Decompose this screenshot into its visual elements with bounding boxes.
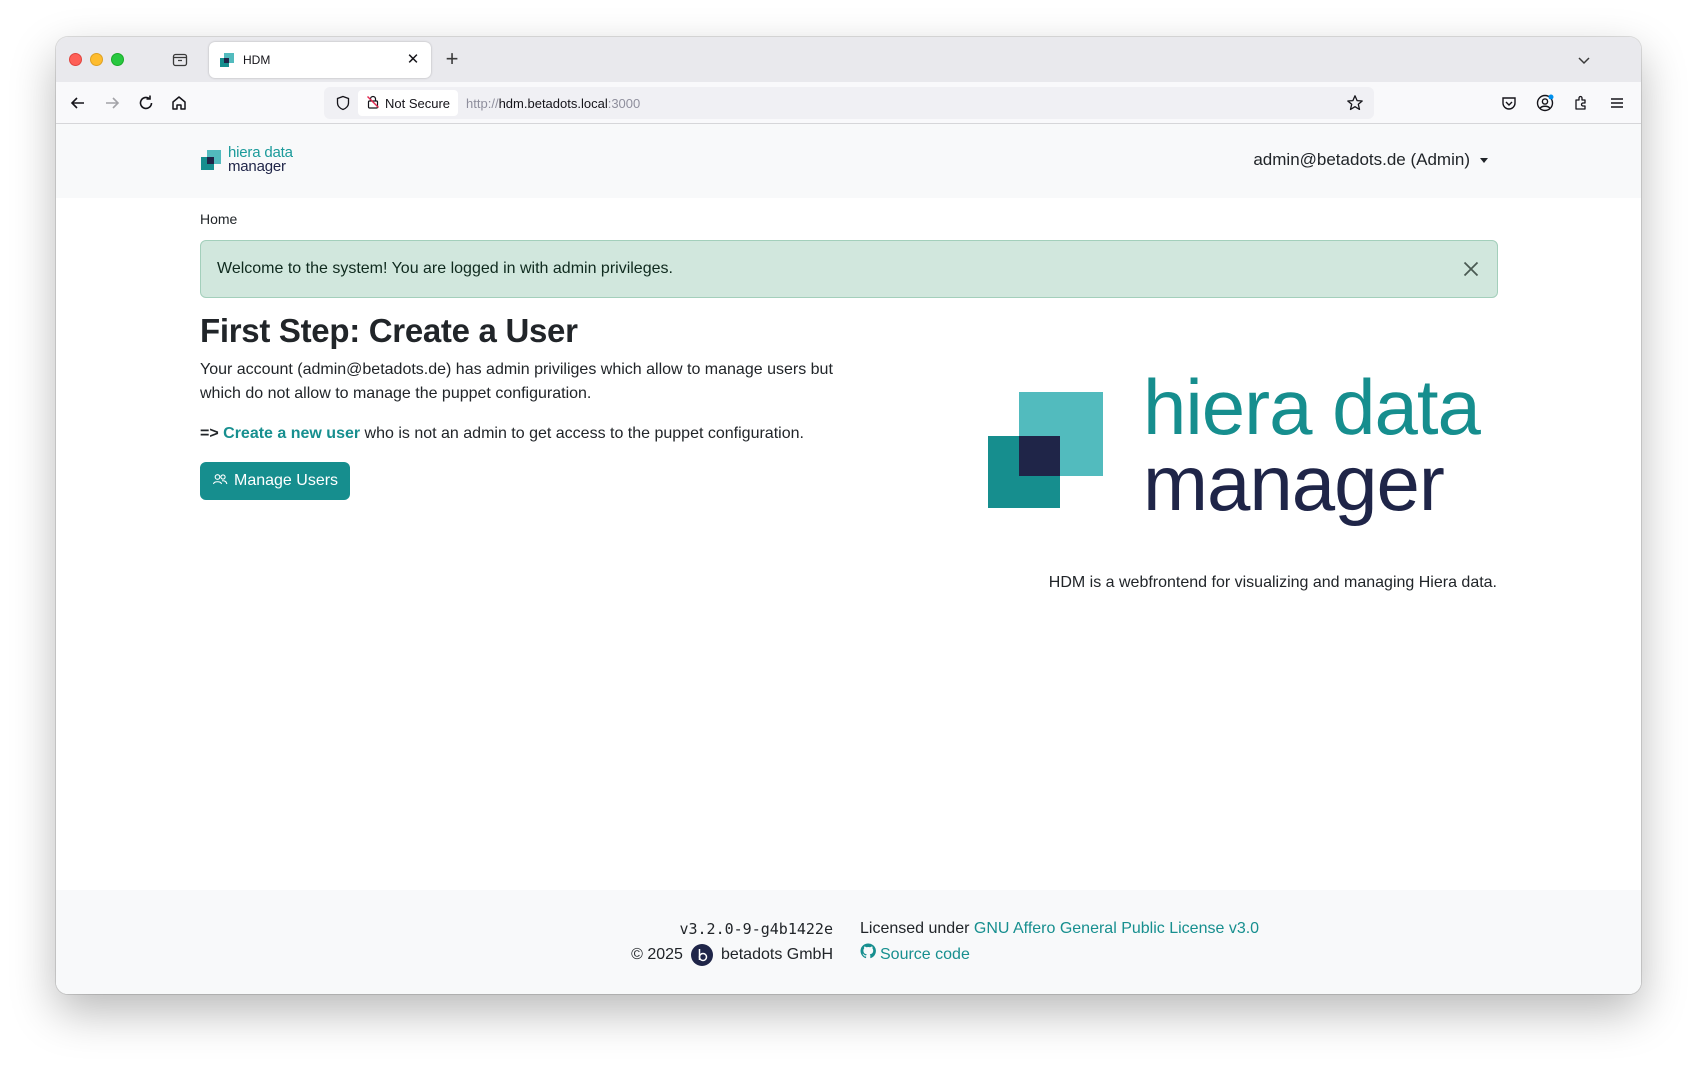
broken-lock-icon	[366, 95, 380, 112]
license-link[interactable]: GNU Affero General Public License v3.0	[974, 920, 1259, 937]
url-bar[interactable]: Not Secure http://hdm.betadots.local:300…	[324, 87, 1374, 119]
github-icon	[860, 942, 876, 968]
copyright-line: © 2025 betadots GmbH	[631, 942, 833, 968]
manage-users-label: Manage Users	[234, 472, 339, 489]
company-name: betadots GmbH	[720, 946, 833, 963]
version-label: v3.2.0-9-g4b1422e	[679, 920, 833, 938]
users-icon	[212, 471, 228, 492]
navigation-toolbar: Not Secure http://hdm.betadots.local:300…	[56, 82, 1641, 124]
url-port: :3000	[607, 95, 641, 111]
not-secure-label: Not Secure	[385, 95, 451, 111]
close-icon[interactable]	[1461, 259, 1481, 279]
minimize-window-button[interactable]	[90, 53, 103, 66]
welcome-alert: Welcome to the system! You are logged in…	[200, 240, 1498, 298]
window-controls	[69, 53, 124, 66]
tab-close-icon[interactable]: ✕	[405, 52, 421, 68]
account-description: Your account (admin@betadots.de) has adm…	[200, 361, 833, 402]
not-secure-indicator[interactable]: Not Secure	[358, 90, 459, 116]
url-host: hdm.betadots.local	[498, 95, 608, 111]
license-line: Licensed under GNU Affero General Public…	[860, 916, 1259, 942]
toolbar-right	[1499, 93, 1627, 113]
footer-right: Licensed under GNU Affero General Public…	[860, 916, 1259, 968]
app-header: hiera data manager admin@betadots.de (Ad…	[56, 124, 1641, 198]
tab-overview-icon[interactable]	[170, 50, 190, 70]
user-label: admin@betadots.de (Admin)	[1253, 150, 1470, 169]
main-content: First Step: Create a User Your account (…	[200, 312, 850, 500]
hdm-favicon-icon	[219, 52, 235, 68]
tagline: HDM is a webfrontend for visualizing and…	[1048, 574, 1497, 591]
source-code-link[interactable]: Source code	[860, 942, 1259, 968]
url-prefix: http://	[466, 95, 499, 111]
breadcrumb: Home	[200, 211, 1498, 227]
shield-icon[interactable]	[328, 87, 358, 119]
pocket-icon[interactable]	[1499, 93, 1519, 113]
source-code-label[interactable]: Source code	[880, 942, 970, 968]
url-text[interactable]: http://hdm.betadots.local:3000	[466, 96, 1344, 111]
footer: v3.2.0-9-g4b1422e © 2025 betadots GmbH L…	[56, 890, 1641, 994]
brand-line2: manager	[228, 158, 286, 175]
forward-arrow-icon[interactable]	[102, 93, 122, 113]
account-icon[interactable]	[1535, 93, 1555, 113]
tab-title: HDM	[243, 53, 271, 67]
reload-icon[interactable]	[136, 93, 156, 113]
zoom-window-button[interactable]	[111, 53, 124, 66]
browser-tab-hdm[interactable]: HDM ✕	[209, 42, 431, 78]
breadcrumb-home[interactable]: Home	[200, 211, 237, 227]
brand-text: hiera data manager	[228, 145, 293, 175]
caret-down-icon	[1480, 157, 1488, 163]
cta-arrow: =>	[200, 425, 219, 442]
tab-strip: HDM ✕ +	[56, 37, 1641, 82]
user-dropdown[interactable]: admin@betadots.de (Admin)	[1253, 150, 1488, 170]
create-user-hint: => Create a new user who is not an admin…	[200, 422, 850, 446]
extensions-icon[interactable]	[1571, 93, 1591, 113]
home-icon[interactable]	[169, 93, 189, 113]
hdm-logo-mark-icon	[200, 149, 222, 171]
menu-icon[interactable]	[1607, 93, 1627, 113]
hdm-large-logo: hiera data manager	[988, 363, 1508, 539]
browser-window: HDM ✕ + Not Secure http://hdm.betadots.l…	[56, 37, 1641, 994]
footer-left: v3.2.0-9-g4b1422e © 2025 betadots GmbH	[631, 916, 833, 968]
page-viewport: hiera data manager admin@betadots.de (Ad…	[56, 124, 1641, 994]
cta-suffix: who is not an admin to get access to the…	[360, 425, 804, 442]
new-tab-button[interactable]: +	[440, 46, 464, 71]
logo-line2: manager	[1143, 439, 1444, 527]
chevron-down-icon[interactable]	[1575, 51, 1593, 69]
betadots-logo-icon	[690, 944, 713, 966]
bookmark-star-icon[interactable]	[1344, 92, 1366, 114]
copyright-text: © 2025	[631, 946, 683, 963]
back-arrow-icon[interactable]	[68, 93, 88, 113]
close-window-button[interactable]	[69, 53, 82, 66]
license-prefix: Licensed under	[860, 920, 970, 937]
create-user-link[interactable]: Create a new user	[223, 425, 360, 442]
alert-message: Welcome to the system! You are logged in…	[217, 260, 673, 277]
brand-logo[interactable]: hiera data manager	[200, 145, 293, 175]
manage-users-button[interactable]: Manage Users	[200, 462, 351, 500]
page-title: First Step: Create a User	[200, 312, 578, 349]
